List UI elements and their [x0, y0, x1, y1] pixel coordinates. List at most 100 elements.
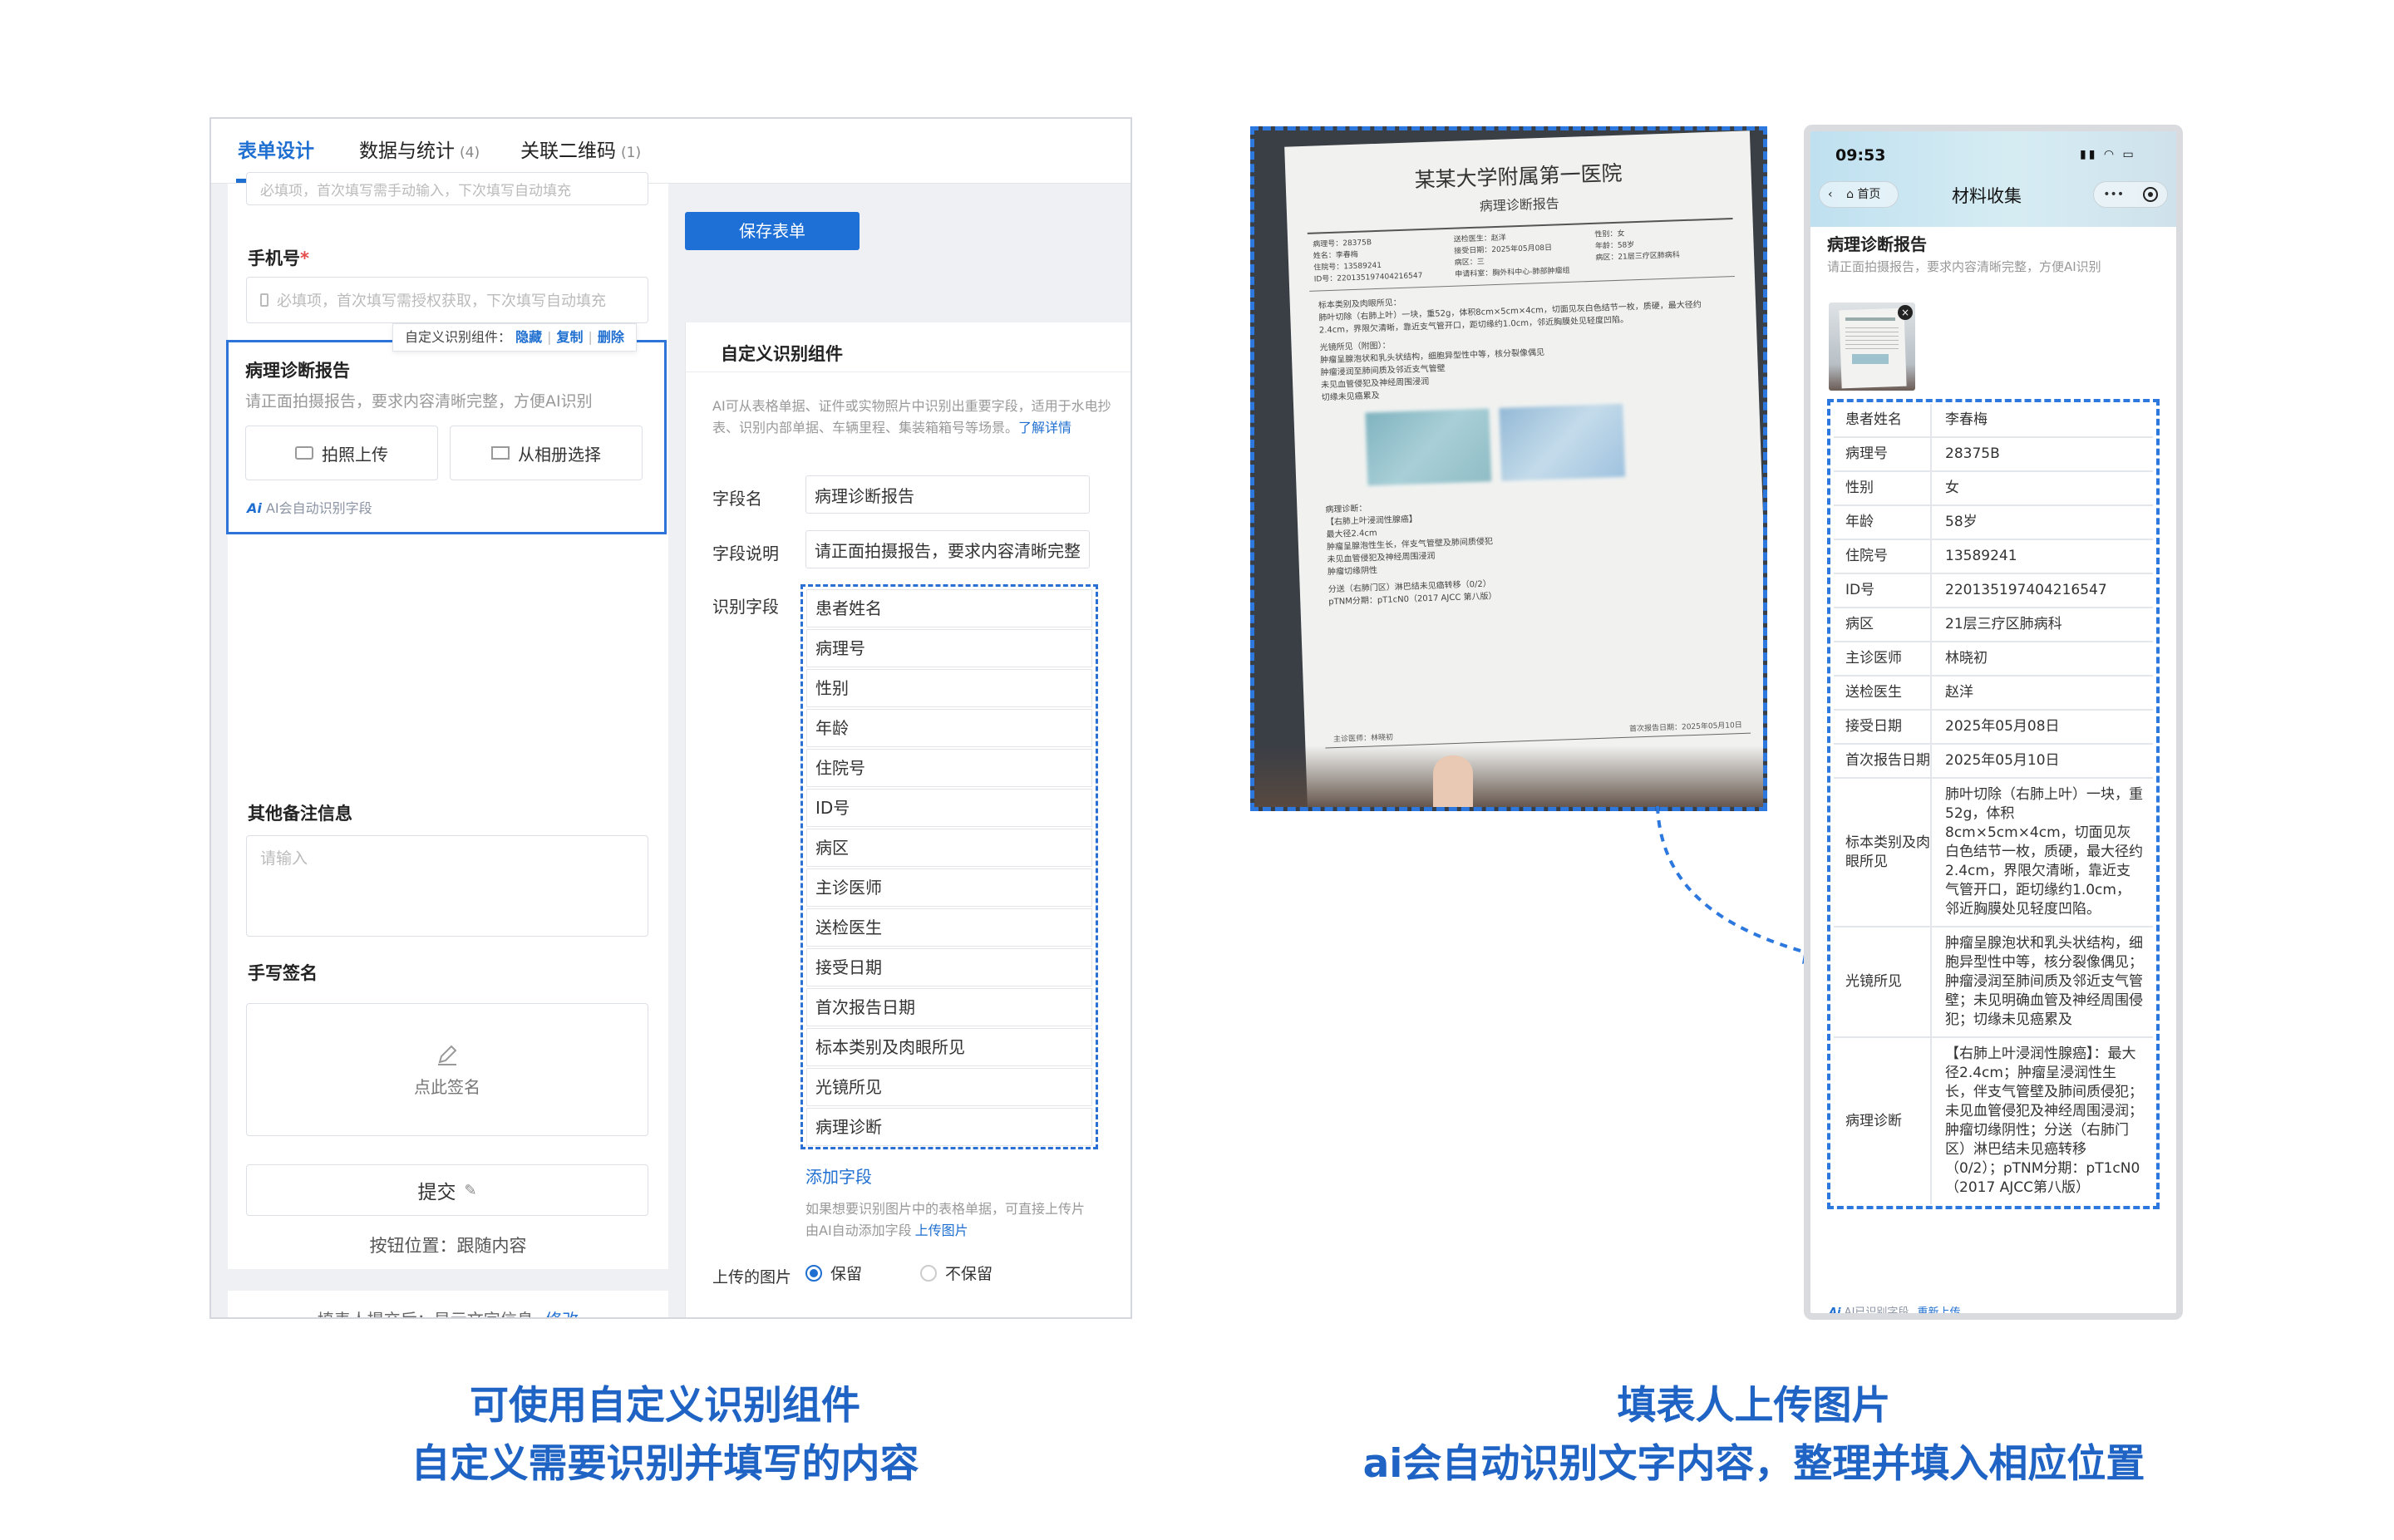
add-field-link[interactable]: 添加字段	[805, 1164, 872, 1188]
field-desc-input[interactable]: 请正面拍摄报告，要求内容清晰完整	[805, 530, 1090, 568]
field-row[interactable]: 年龄	[806, 709, 1092, 747]
phone-placeholder: 必填项，首次填写需授权获取，下次填写自动填充	[277, 293, 606, 310]
form-preview: 必填项，首次填写需手动输入，下次填写自动填充 手机号* 必填项，首次填写需授权获…	[228, 172, 668, 1015]
signature-hint: 点此签名	[414, 1076, 480, 1097]
row-value[interactable]: 肺叶切除（右肺上叶）一块，重52g，体积8cm×5cm×4cm，切面见灰白色结节…	[1932, 779, 2153, 926]
phone-ai-tag: Ai AI已识别字段 重新上传	[1829, 1303, 1961, 1313]
field-name-input[interactable]: 病理诊断报告	[805, 475, 1090, 514]
field-row[interactable]: 首次报告日期	[806, 988, 1092, 1026]
row-value[interactable]: 肿瘤呈腺泡状和乳头状结构，细胞异型性中等，核分裂像偶见；肿瘤浸润至肺间质及邻近支…	[1932, 927, 2153, 1036]
phone-section-title: 病理诊断报告	[1827, 234, 1927, 254]
field-row[interactable]: 患者姓名	[806, 589, 1092, 627]
keep-radio[interactable]: 保留	[805, 1262, 862, 1284]
field-row[interactable]: 性别	[806, 669, 1092, 707]
remove-image-icon[interactable]: ×	[1898, 305, 1913, 320]
row-value[interactable]: 2025年05月08日	[1932, 711, 2153, 743]
phone-label: 手机号*	[248, 245, 309, 270]
remark-textarea[interactable]: 请输入	[246, 835, 648, 937]
row-value[interactable]: 58岁	[1932, 506, 2153, 539]
tab-count: (1)	[621, 145, 642, 161]
learn-more-link[interactable]: 了解详情	[1018, 420, 1071, 435]
table-row: 接受日期 2025年05月08日	[1834, 711, 2153, 745]
close-mini-icon[interactable]	[2142, 187, 2158, 202]
table-row: 患者姓名 李春梅	[1834, 404, 2153, 438]
field-row[interactable]: 光镜所见	[806, 1068, 1092, 1106]
row-value[interactable]: 2025年05月10日	[1932, 745, 2153, 777]
table-row: 性别女	[1834, 472, 2153, 506]
nav-home-capsule[interactable]: ‹ ⌂ 首页	[1819, 181, 1899, 208]
hide-button[interactable]: 隐藏	[515, 329, 542, 345]
thumb	[1433, 755, 1473, 807]
field-row[interactable]: 标本类别及肉眼所见	[806, 1028, 1092, 1066]
phone-section-desc: 请正面拍摄报告，要求内容清晰完整，方便AI识别	[1827, 259, 2101, 274]
required-mark: *	[300, 248, 309, 268]
ai-logo-icon: Ai	[247, 500, 262, 516]
back-icon[interactable]: ‹	[1828, 188, 1833, 201]
field-name-value: 病理诊断报告	[815, 485, 914, 506]
copy-button[interactable]: 复制	[557, 329, 584, 345]
row-value[interactable]: 李春梅	[1932, 404, 2153, 436]
row-value[interactable]: 【右肺上叶浸润性腺癌】：最大径2.4cm；肿瘤呈浸润性生长，伴支气管壁及肺间质侵…	[1932, 1038, 2153, 1204]
report-header-lines: 病理号：28375B 姓名：李春梅 住院号：13589241 ID号：22013…	[1313, 224, 1730, 285]
row-value[interactable]: 21层三疗区肺病科	[1932, 608, 2153, 641]
row-value[interactable]: 28375B	[1932, 438, 2153, 470]
right-caption-line1: 填表人上传图片	[1617, 1383, 1891, 1429]
row-key: 病理诊断	[1834, 1038, 1932, 1204]
field-row[interactable]: ID号	[806, 789, 1092, 827]
photo-upload-label: 拍照上传	[322, 444, 388, 465]
tab-label: 关联二维码	[520, 140, 616, 162]
mobile-icon	[260, 293, 268, 307]
keep-label: 保留	[830, 1265, 863, 1283]
more-icon[interactable]: •••	[2103, 188, 2124, 201]
row-value[interactable]: 林晓初	[1932, 642, 2153, 675]
field-desc-label: 字段说明	[712, 544, 779, 563]
table-row: 标本类别及肉眼所见 肺叶切除（右肺上叶）一块，重52g，体积8cm×5cm×4cm…	[1834, 779, 2153, 927]
status-time: 09:53	[1835, 146, 1886, 165]
phone-input[interactable]: 必填项，首次填写需授权获取，下次填写自动填充	[246, 277, 648, 323]
after-submit-edit-link[interactable]: 修改	[545, 1310, 579, 1317]
row-key: 年龄	[1834, 506, 1932, 539]
phone-header: 09:53 ▮▮ ◠ ▭ ‹ ⌂ 首页 材料收集 •••	[1810, 131, 2176, 227]
custom-recognition-component[interactable]: 病理诊断报告 请正面拍摄报告，要求内容清晰完整，方便AI识别 拍照上传 从相册选…	[226, 340, 667, 534]
field-row[interactable]: 病理诊断	[806, 1108, 1092, 1146]
tab-count: (4)	[460, 145, 480, 161]
photo-upload-button[interactable]: 拍照上传	[245, 426, 438, 480]
field-row[interactable]: 送检医生	[806, 908, 1092, 947]
uploaded-thumbnail[interactable]: ×	[1829, 303, 1915, 391]
delete-button[interactable]: 删除	[598, 329, 624, 345]
not-keep-label: 不保留	[945, 1265, 993, 1283]
form-editor-window: 表单设计 数据与统计 (4) 关联二维码 (1) 必填项，首次填写需手动输入，下次填…	[209, 117, 1132, 1319]
remark-placeholder: 请输入	[260, 849, 308, 868]
upload-image-link[interactable]: 上传图片	[915, 1223, 968, 1238]
micrograph-images	[1365, 403, 1626, 486]
field-row[interactable]: 病区	[806, 829, 1092, 867]
edit-icon: ✎	[464, 1181, 477, 1199]
row-key: 病理号	[1834, 438, 1932, 470]
toolbar-separator: |	[588, 329, 593, 345]
row-value[interactable]: 13589241	[1932, 540, 2153, 573]
submit-button[interactable]: 提交 ✎	[246, 1164, 648, 1216]
album-select-button[interactable]: 从相册选择	[450, 426, 643, 480]
after-submit-setting: 填表人提交后：显示文字信息 修改	[228, 1291, 668, 1317]
row-value[interactable]: 女	[1932, 472, 2153, 504]
top-field-input[interactable]: 必填项，首次填写需手动输入，下次填写自动填充	[246, 172, 648, 205]
field-row[interactable]: 住院号	[806, 749, 1092, 787]
table-row: 送检医生 赵洋	[1834, 677, 2153, 711]
field-row[interactable]: 主诊医师	[806, 868, 1092, 907]
reupload-link[interactable]: 重新上传	[1918, 1306, 1961, 1313]
mini-capsule[interactable]: •••	[2093, 181, 2168, 208]
remark-label: 其他备注信息	[248, 804, 352, 824]
row-value[interactable]: 220135197404216547	[1932, 574, 2153, 607]
not-keep-radio[interactable]: 不保留	[920, 1262, 993, 1284]
property-panel: 自定义识别组件 AI可从表格单据、证件或实物照片中识别出重要字段，适用于水电抄表…	[685, 322, 1130, 1317]
field-row[interactable]: 接受日期	[806, 948, 1092, 986]
row-value[interactable]: 赵洋	[1932, 677, 2153, 709]
signature-pad[interactable]: 点此签名	[246, 1003, 648, 1136]
report-paper: 某某大学附属第一医院 病理诊断报告 病理号：28375B 姓名：李春梅 住院号：…	[1284, 130, 1763, 807]
table-row: 首次报告日期 2025年05月10日	[1834, 745, 2153, 779]
tab-label: 表单设计	[238, 140, 314, 162]
row-key: 首次报告日期	[1834, 745, 1932, 777]
table-row: 光镜所见 肿瘤呈腺泡状和乳头状结构，细胞异型性中等，核分裂像偶见；肿瘤浸润至肺间质…	[1834, 927, 2153, 1038]
save-form-button[interactable]: 保存表单	[685, 212, 860, 250]
field-row[interactable]: 病理号	[806, 629, 1092, 667]
